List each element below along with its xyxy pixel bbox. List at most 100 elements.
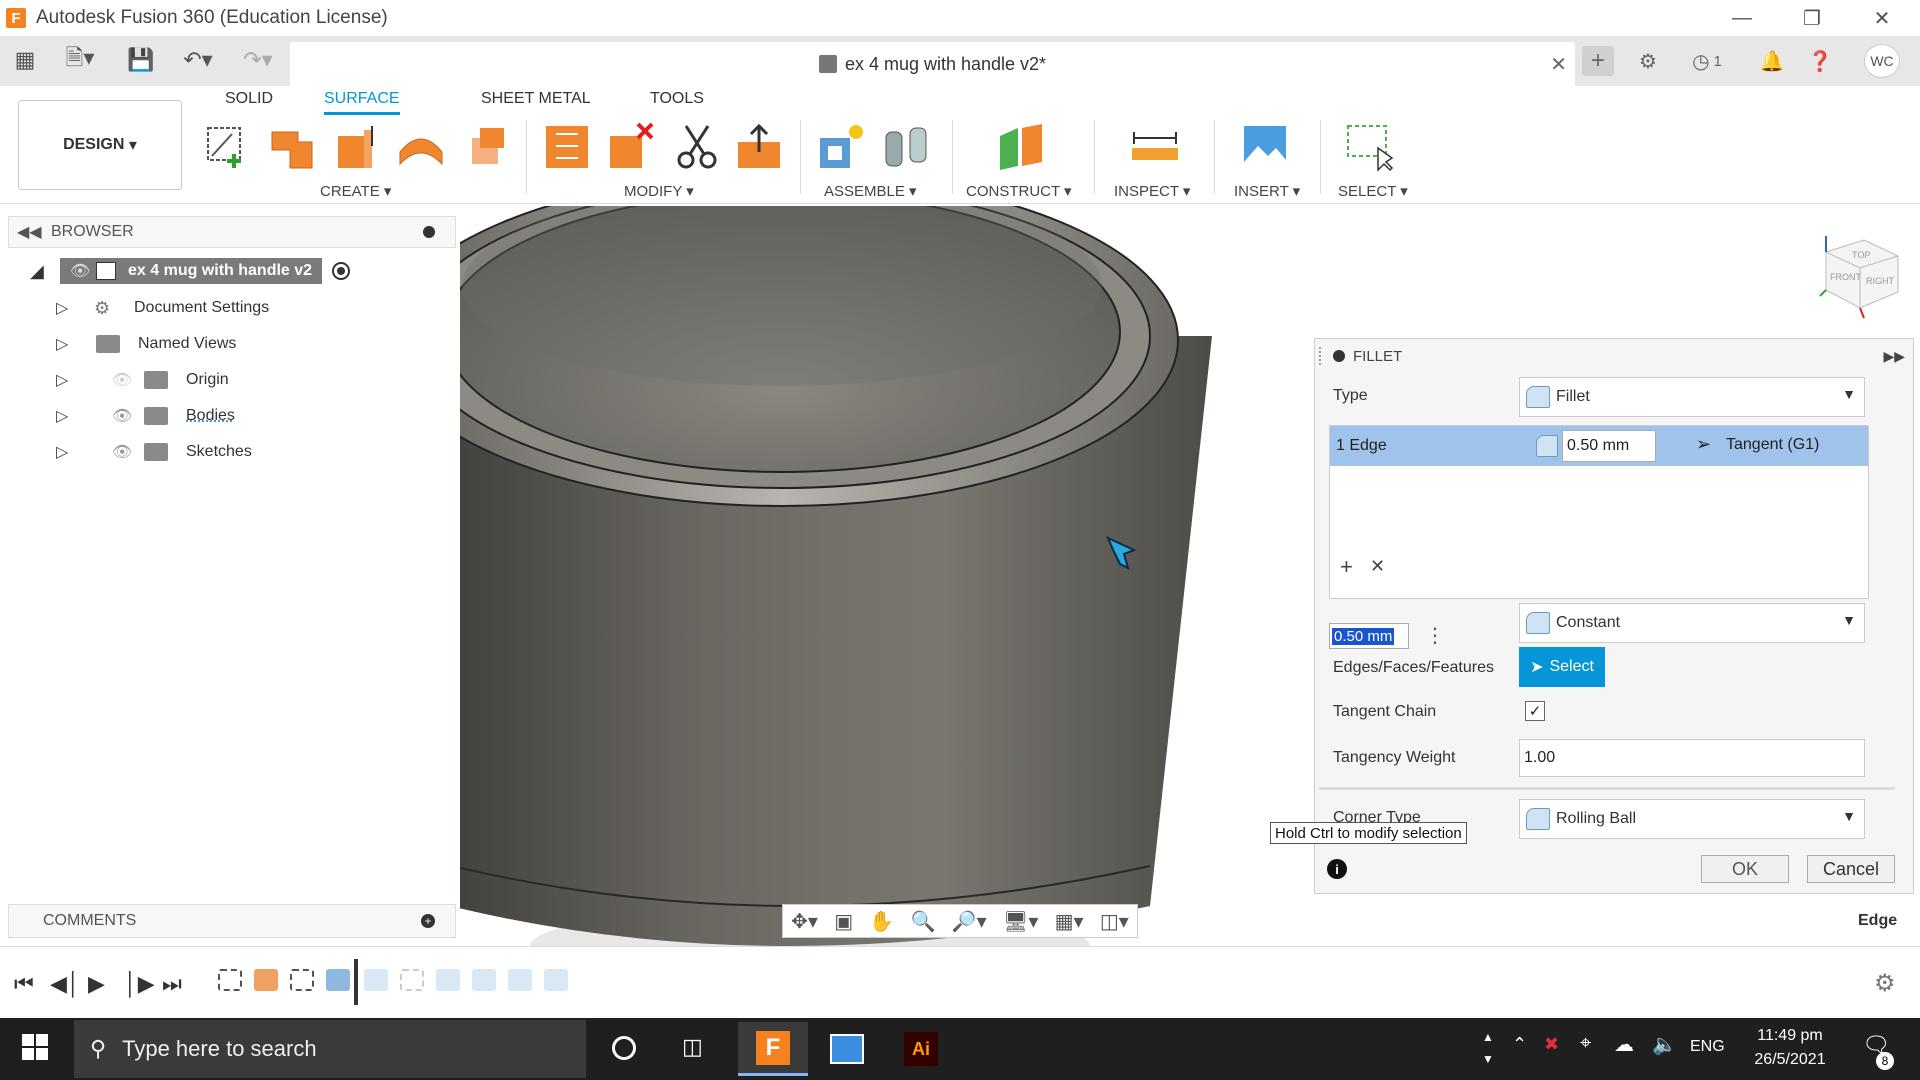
extrude-surface-icon[interactable]	[268, 122, 318, 172]
taskbar-search[interactable]: ⚲ Type here to search	[74, 1020, 586, 1078]
step-back-icon[interactable]: ◀│	[50, 971, 81, 997]
activate-radio-icon[interactable]	[332, 262, 351, 280]
fit-icon[interactable]: 🔎▾	[952, 909, 987, 934]
select-box-icon[interactable]	[1344, 122, 1394, 172]
new-component-icon[interactable]	[816, 122, 866, 172]
timeline-suppressed-feature[interactable]	[400, 969, 424, 991]
volume-icon[interactable]: 🔈	[1652, 1032, 1677, 1057]
measure-icon[interactable]	[1130, 122, 1180, 172]
view-cube-front-face[interactable]: FRONT	[1830, 272, 1861, 282]
windows-start-icon[interactable]	[22, 1034, 48, 1060]
loft-surface-icon[interactable]	[462, 122, 512, 172]
timeline-sketch-feature[interactable]	[218, 969, 242, 991]
type-dropdown[interactable]: Fillet ▼	[1519, 377, 1865, 417]
browser-item-bodies[interactable]: ▷ 👁 Bodies	[56, 402, 235, 430]
close-window-button[interactable]: ✕	[1852, 2, 1912, 34]
job-status-icon[interactable]: ◷ 1	[1682, 46, 1732, 76]
group-assemble[interactable]: ASSEMBLE ▾	[824, 182, 917, 200]
help-icon[interactable]: ❓	[1804, 46, 1836, 76]
save-icon[interactable]: 💾	[127, 46, 154, 74]
viewports-icon[interactable]: ◫▾	[1100, 909, 1129, 934]
visibility-eye-icon[interactable]: 👁	[112, 442, 138, 462]
view-cube-top-face[interactable]: TOP	[1852, 250, 1870, 260]
display-settings-icon[interactable]: 🖥▾	[1003, 909, 1038, 934]
new-tab-plus-icon[interactable]: +	[1582, 46, 1614, 76]
expand-arrow-icon[interactable]: ▷	[56, 370, 76, 390]
edge-radius-input[interactable]: 0.50 mm	[1562, 430, 1656, 462]
browser-item-document-settings[interactable]: ▷ ⚙ Document Settings	[56, 294, 269, 322]
wifi-icon[interactable]: ⌖	[1580, 1032, 1591, 1055]
remove-icon[interactable]: ✕	[1370, 556, 1385, 577]
redo-icon[interactable]: ↷▾	[236, 46, 280, 74]
document-tab[interactable]: ex 4 mug with handle v2* ✕	[290, 42, 1575, 86]
select-button[interactable]: ➤ Select	[1519, 647, 1605, 687]
sweep-surface-icon[interactable]	[396, 122, 446, 172]
close-tab-icon[interactable]: ✕	[1550, 52, 1567, 77]
offset-plane-icon[interactable]	[996, 122, 1046, 172]
group-modify[interactable]: MODIFY ▾	[624, 182, 694, 200]
show-hidden-icons-chevron[interactable]: ⌃	[1512, 1034, 1527, 1055]
visibility-eye-icon[interactable]: 👁	[70, 261, 96, 281]
extend-surface-icon[interactable]	[734, 122, 784, 172]
onedrive-icon[interactable]: ☁	[1614, 1032, 1634, 1057]
tangency-weight-input[interactable]: 1.00	[1519, 739, 1865, 777]
radius-type-dropdown[interactable]: Constant ▼	[1519, 603, 1865, 643]
selection-list[interactable]: 1 Edge 0.50 mm ➢ Tangent (G1) + ✕	[1329, 425, 1869, 599]
browser-item-origin[interactable]: ▷ 👁 Origin	[56, 366, 229, 394]
delete-face-icon[interactable]	[606, 122, 656, 172]
timeline-revolve-feature[interactable]	[254, 969, 278, 991]
joint-icon[interactable]	[882, 122, 932, 172]
look-at-icon[interactable]: ▣	[834, 909, 853, 934]
browser-minimize-icon[interactable]	[423, 226, 435, 238]
trim-scissors-icon[interactable]	[672, 122, 722, 172]
ok-button[interactable]: OK	[1701, 855, 1789, 883]
collapse-root-icon[interactable]: ◢	[30, 261, 60, 282]
radius-input[interactable]: 0.50 mm	[1329, 623, 1409, 649]
notifications-bell-icon[interactable]: 🔔	[1756, 46, 1788, 76]
tab-tools[interactable]: TOOLS	[650, 90, 704, 108]
browser-root-row[interactable]: ◢ 👁 ex 4 mug with handle v2	[30, 257, 351, 285]
corner-type-dropdown[interactable]: Rolling Ball ▼	[1519, 799, 1865, 839]
revolve-surface-icon[interactable]	[332, 122, 382, 172]
timeline-settings-gear-icon[interactable]: ⚙	[1874, 969, 1896, 998]
group-create[interactable]: CREATE ▾	[320, 182, 391, 200]
tab-sheet-metal[interactable]: SHEET METAL	[481, 90, 591, 108]
data-panel-grid-icon[interactable]: ▦	[12, 46, 38, 74]
group-select[interactable]: SELECT ▾	[1338, 182, 1408, 200]
user-avatar[interactable]: WC	[1864, 44, 1900, 78]
cortana-circle-icon[interactable]	[612, 1036, 636, 1060]
fillet-collapse-icon[interactable]	[1333, 350, 1345, 362]
taskbar-fusion-app[interactable]: F	[738, 1022, 808, 1076]
app-tray-icon[interactable]: ✖	[1544, 1034, 1559, 1055]
info-icon[interactable]: i	[1327, 859, 1347, 879]
extensions-icon[interactable]: ⚙	[1632, 46, 1664, 76]
timeline-suppressed-feature[interactable]	[364, 969, 388, 991]
orbit-icon[interactable]: ✥▾	[791, 909, 818, 934]
restore-button[interactable]: ❐	[1782, 2, 1842, 34]
scroll-arrows-icon[interactable]: ▲ ▼	[1482, 1026, 1494, 1070]
more-options-icon[interactable]: ⋮	[1425, 623, 1445, 648]
expand-arrow-icon[interactable]: ▷	[56, 442, 76, 462]
offset-surface-icon[interactable]	[542, 122, 592, 172]
go-to-end-icon[interactable]: ⏭	[162, 971, 182, 997]
tab-surface[interactable]: SURFACE	[324, 90, 400, 115]
add-icon[interactable]: +	[1340, 554, 1353, 580]
clock[interactable]: 11:49 pm 26/5/2021	[1740, 1024, 1840, 1072]
language-indicator[interactable]: ENG	[1690, 1038, 1725, 1056]
browser-item-sketches[interactable]: ▷ 👁 Sketches	[56, 438, 252, 466]
taskbar-photos-app[interactable]	[812, 1022, 882, 1076]
comments-panel[interactable]: COMMENTS +	[8, 904, 456, 938]
hidden-eye-icon[interactable]: 👁	[112, 370, 138, 390]
browser-root-node[interactable]: 👁 ex 4 mug with handle v2	[60, 258, 323, 284]
browser-item-named-views[interactable]: ▷ Named Views	[56, 330, 236, 358]
timeline-suppressed-feature[interactable]	[472, 969, 496, 991]
collapse-browser-icon[interactable]: ◀◀	[17, 222, 42, 242]
edge-continuity[interactable]: Tangent (G1)	[1726, 436, 1819, 454]
view-cube-right-face[interactable]: RIGHT	[1866, 276, 1894, 286]
expand-dialog-icon[interactable]: ▶▶	[1883, 348, 1905, 365]
expand-arrow-icon[interactable]: ▷	[56, 298, 76, 318]
timeline-suppressed-feature[interactable]	[436, 969, 460, 991]
timeline-marker[interactable]	[354, 959, 358, 1005]
insert-image-icon[interactable]	[1240, 122, 1290, 172]
taskbar-illustrator-app[interactable]: Ai	[886, 1022, 956, 1076]
